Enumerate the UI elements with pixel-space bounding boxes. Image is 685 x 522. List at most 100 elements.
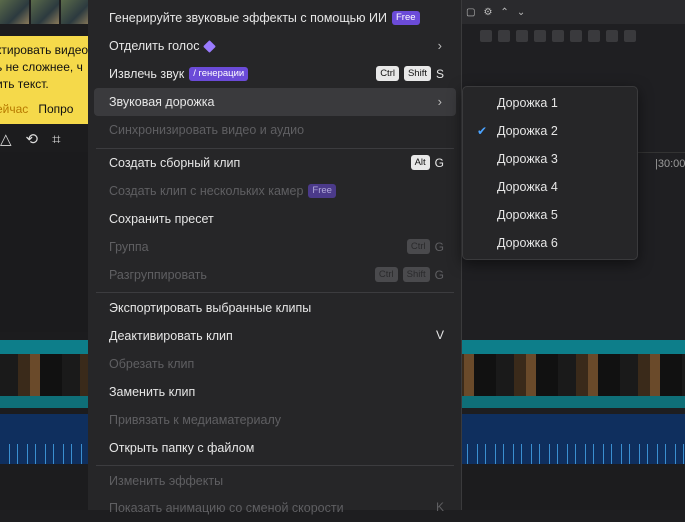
app-icon[interactable] bbox=[588, 30, 600, 42]
menu-item-trim-clip: Обрезать клип bbox=[88, 350, 462, 378]
app-icon[interactable] bbox=[570, 30, 582, 42]
submenu-item-label: Дорожка 1 bbox=[497, 96, 558, 110]
promo-line: ь не сложнее, ч bbox=[0, 60, 83, 74]
app-icon[interactable] bbox=[534, 30, 546, 42]
menu-item-audio-track[interactable]: Звуковая дорожка › bbox=[94, 88, 456, 116]
shortcut-key: Shift bbox=[402, 267, 430, 282]
menu-item-label: Открыть папку с файлом bbox=[109, 441, 255, 455]
menu-item-label: Синхронизировать видео и аудио bbox=[109, 123, 305, 137]
app-icon[interactable] bbox=[498, 30, 510, 42]
menu-item-label: Деактивировать клип bbox=[109, 329, 233, 343]
submenu-item-track-2[interactable]: ✔ Дорожка 2 bbox=[463, 117, 637, 145]
shortcut-key: Shift bbox=[403, 66, 431, 81]
menu-item-label: Звуковая дорожка bbox=[109, 95, 215, 109]
menu-item-label: Привязать к медиаматериалу bbox=[109, 413, 281, 427]
menu-item-open-folder[interactable]: Открыть папку с файлом bbox=[88, 434, 462, 462]
menu-item-label: Группа bbox=[109, 240, 149, 254]
menu-item-label: Генерируйте звуковые эффекты с помощью И… bbox=[109, 11, 387, 25]
app-icon[interactable] bbox=[624, 30, 636, 42]
submenu-item-track-6[interactable]: Дорожка 6 bbox=[463, 229, 637, 257]
menu-item-group: Группа Ctrl G bbox=[88, 233, 462, 261]
menu-item-label: Экспортировать выбранные клипы bbox=[109, 301, 312, 315]
chevron-down-icon[interactable]: ⌄ bbox=[517, 7, 525, 18]
shortcut-letter: G bbox=[434, 239, 444, 254]
promo-try-link[interactable]: ейчас bbox=[0, 101, 28, 118]
menu-item-label: Заменить клип bbox=[109, 385, 196, 399]
chevron-up-icon[interactable]: ⌃ bbox=[500, 7, 508, 18]
menu-item-label: Показать анимацию со сменой скорости bbox=[109, 501, 344, 515]
media-thumbnail[interactable] bbox=[30, 0, 60, 24]
shortcut-letter: K bbox=[435, 500, 444, 514]
media-thumbnail[interactable] bbox=[0, 0, 29, 24]
checkmark-icon: ✔ bbox=[477, 124, 488, 138]
free-badge: Free bbox=[308, 184, 336, 198]
toolbar-icon[interactable]: ▢ bbox=[466, 7, 475, 18]
submenu-item-track-3[interactable]: Дорожка 3 bbox=[463, 145, 637, 173]
shortcut-key: Ctrl bbox=[406, 239, 430, 254]
menu-item-extract-audio[interactable]: Извлечь звук / генерации Ctrl Shift S bbox=[88, 60, 462, 88]
menu-item-label: Создать сборный клип bbox=[109, 156, 241, 170]
shortcut-key: Alt bbox=[410, 155, 430, 170]
menu-separator bbox=[96, 292, 454, 293]
shortcut-letter: S bbox=[435, 66, 444, 81]
shortcut: Ctrl Shift G bbox=[374, 267, 444, 282]
app-icon[interactable] bbox=[606, 30, 618, 42]
menu-item-separate-voice[interactable]: Отделить голос › bbox=[88, 32, 462, 60]
browser-icons-row bbox=[460, 30, 685, 48]
menu-separator bbox=[96, 465, 454, 466]
menu-item-edit-effects: Изменить эффекты bbox=[88, 467, 462, 495]
shortcut-letter: G bbox=[434, 267, 444, 282]
shortcut-letter: G bbox=[434, 155, 444, 170]
menu-item-link-media: Привязать к медиаматериалу bbox=[88, 406, 462, 434]
app-icon[interactable] bbox=[480, 30, 492, 42]
chevron-right-icon: › bbox=[437, 38, 442, 53]
chevron-right-icon: › bbox=[437, 94, 442, 109]
context-menu: Генерируйте звуковые эффекты с помощью И… bbox=[88, 0, 462, 515]
timeline-empty bbox=[0, 152, 90, 332]
gear-icon[interactable]: ⚙ bbox=[483, 7, 492, 18]
promo-more-link[interactable]: Попро bbox=[38, 101, 73, 118]
free-badge: Free bbox=[391, 11, 420, 25]
promo-line: ить текст. bbox=[0, 77, 49, 91]
menu-item-label: Создать клип с нескольких камер bbox=[109, 184, 304, 198]
submenu-item-track-1[interactable]: Дорожка 1 bbox=[463, 89, 637, 117]
media-thumbnail[interactable] bbox=[61, 0, 90, 24]
menu-item-label: Изменить эффекты bbox=[109, 474, 224, 488]
app-icon[interactable] bbox=[516, 30, 528, 42]
menu-item-create-compound-clip[interactable]: Создать сборный клип Alt G bbox=[88, 149, 462, 177]
menu-item-show-speed-animation: Показать анимацию со сменой скорости K bbox=[88, 494, 462, 522]
menu-item-label: Отделить голос bbox=[109, 39, 200, 53]
submenu-item-track-5[interactable]: Дорожка 5 bbox=[463, 201, 637, 229]
rotate-icon[interactable]: ⟲ bbox=[26, 130, 39, 148]
shortcut: V bbox=[436, 328, 444, 342]
menu-item-label: Разгруппировать bbox=[109, 268, 207, 282]
menu-item-save-preset[interactable]: Сохранить пресет bbox=[88, 205, 462, 233]
submenu-item-label: Дорожка 2 bbox=[497, 124, 558, 138]
shortcut: Ctrl G bbox=[406, 239, 444, 254]
shortcut-letter: V bbox=[435, 328, 444, 342]
submenu-item-label: Дорожка 5 bbox=[497, 208, 558, 222]
promo-banner: ктировать видео ь не сложнее, ч ить текс… bbox=[0, 36, 90, 124]
media-thumbnails[interactable] bbox=[0, 0, 90, 24]
promo-line: ктировать видео bbox=[0, 43, 89, 57]
shortcut-key: Ctrl bbox=[376, 66, 399, 81]
menu-item-replace-clip[interactable]: Заменить клип bbox=[88, 378, 462, 406]
shortcut: K bbox=[436, 500, 444, 514]
submenu-item-label: Дорожка 3 bbox=[497, 152, 558, 166]
menu-item-generate-sfx[interactable]: Генерируйте звуковые эффекты с помощью И… bbox=[88, 4, 462, 32]
window-toolbar: ▢ ⚙ ⌃ ⌄ bbox=[460, 0, 685, 24]
menu-item-label: Обрезать клип bbox=[109, 357, 195, 371]
submenu-item-label: Дорожка 4 bbox=[497, 180, 558, 194]
menu-item-deactivate-clip[interactable]: Деактивировать клип V bbox=[88, 322, 462, 350]
crop-icon[interactable]: ⌗ bbox=[52, 131, 60, 148]
submenu-item-track-4[interactable]: Дорожка 4 bbox=[463, 173, 637, 201]
timeline-time-label: |30:00 bbox=[655, 158, 685, 170]
triangle-icon[interactable]: △ bbox=[0, 130, 12, 148]
app-icon[interactable] bbox=[552, 30, 564, 42]
premium-gem-icon bbox=[203, 39, 217, 53]
shortcut: Alt G bbox=[410, 155, 444, 170]
shortcut: Ctrl Shift S bbox=[376, 66, 444, 81]
audio-track-submenu: Дорожка 1 ✔ Дорожка 2 Дорожка 3 Дорожка … bbox=[462, 86, 638, 260]
menu-item-export-selected[interactable]: Экспортировать выбранные клипы bbox=[88, 294, 462, 322]
menu-item-sync-av: Синхронизировать видео и аудио bbox=[88, 116, 462, 144]
